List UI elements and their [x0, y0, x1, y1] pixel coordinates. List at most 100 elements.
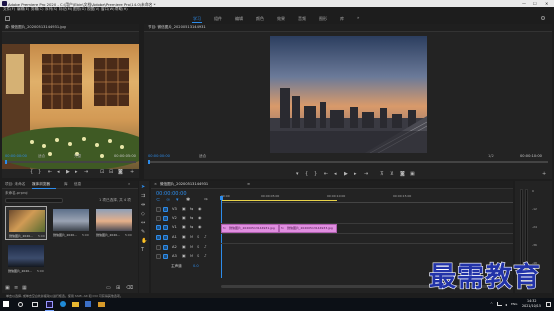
program-resolution-dropdown[interactable]: 1/2	[488, 154, 494, 159]
timeline-ruler[interactable]: 00:00 00:00:05:00 00:00:10:00 00:00:15:0…	[221, 193, 513, 203]
track-target-toggle[interactable]	[163, 245, 168, 250]
workspace-tab-graphics[interactable]: 图形	[319, 16, 327, 21]
mark-in-icon[interactable]: {	[30, 170, 33, 175]
project-tab-media-browser[interactable]: 媒体浏览器	[32, 183, 50, 187]
add-button-icon[interactable]: +	[130, 170, 134, 175]
lock-track-icon[interactable]: ▣	[182, 254, 186, 258]
work-area-bar[interactable]	[221, 200, 337, 201]
step-forward-icon[interactable]: ▸	[75, 170, 78, 175]
source-monitor-tab[interactable]: 源: 微信图片_20200513144931.jpg	[5, 26, 66, 30]
menu-marker[interactable]: 标记(M)	[59, 8, 72, 12]
lock-track-icon[interactable]: ▣	[182, 216, 186, 220]
program-monitor-tab[interactable]: 节目: 微信图片_20200513144931	[148, 26, 206, 30]
menu-graphics[interactable]: 图形(G)	[73, 8, 86, 12]
go-to-in-icon[interactable]: ⇤	[324, 172, 328, 177]
project-item[interactable]: 微信图片_2020... 5:00	[94, 206, 134, 240]
compare-icon[interactable]: ▣	[410, 172, 415, 177]
step-back-icon[interactable]: ◂	[57, 170, 60, 175]
eye-icon[interactable]: ◉	[198, 225, 202, 229]
sync-lock-icon[interactable]: ⇆	[190, 207, 193, 211]
mute-button[interactable]: M	[190, 245, 193, 250]
network-icon[interactable]	[497, 302, 502, 306]
solo-button[interactable]: S	[197, 235, 199, 240]
microphone-icon[interactable]: ♪	[204, 245, 207, 249]
camera-icon[interactable]: ◙	[118, 170, 123, 175]
new-item-icon[interactable]: ⊞	[116, 286, 120, 291]
ripple-edit-tool-icon[interactable]: ⇹	[141, 203, 145, 208]
project-tab-project[interactable]: 项目: 未命名	[5, 183, 25, 187]
project-search-input[interactable]	[5, 198, 63, 203]
source-fit-dropdown[interactable]: 适合	[38, 154, 45, 159]
track-target-toggle[interactable]	[163, 207, 168, 212]
extract-icon[interactable]: ⊻	[390, 172, 394, 177]
clock-date[interactable]: 2021/10/15	[522, 304, 541, 308]
source-patch-toggle[interactable]	[156, 225, 161, 230]
explorer-icon[interactable]	[72, 301, 79, 307]
minimize-button[interactable]: —	[522, 1, 526, 6]
source-patch-toggle[interactable]	[156, 254, 161, 259]
workspace-tab-audio[interactable]: 音频	[298, 16, 306, 21]
wrench-icon[interactable]: ✑	[204, 198, 208, 203]
solo-button[interactable]: S	[197, 254, 199, 259]
list-view-icon[interactable]: ≡	[14, 286, 18, 291]
track-target-toggle[interactable]	[163, 225, 168, 230]
snap-icon[interactable]: ⊂	[156, 198, 160, 203]
menu-help[interactable]: 帮助(H)	[115, 8, 128, 12]
mute-button[interactable]: M	[190, 254, 193, 259]
track-select-tool-icon[interactable]: ⇉	[141, 194, 145, 199]
overwrite-icon[interactable]: ⊟	[109, 170, 113, 175]
track-target-toggle[interactable]	[163, 254, 168, 259]
timeline-close-icon[interactable]: ×	[154, 183, 157, 187]
input-language[interactable]: ENG	[511, 302, 517, 306]
selection-tool-icon[interactable]: ➤	[141, 185, 145, 190]
mute-button[interactable]: M	[190, 235, 193, 240]
step-forward-icon[interactable]: ▸	[354, 172, 357, 177]
project-item[interactable]: 微信图片_2020... 5:00	[5, 242, 45, 276]
source-playhead[interactable]	[5, 160, 7, 164]
folder-icon[interactable]	[98, 301, 105, 307]
insert-icon[interactable]: ⊡	[100, 170, 104, 175]
notifications-icon[interactable]	[546, 301, 551, 307]
step-back-icon[interactable]: ◂	[334, 172, 337, 177]
program-scrub-bar[interactable]	[148, 161, 548, 163]
timeline-clip[interactable]: fx 微信图片_20200513144931.jpg	[221, 223, 279, 233]
menu-clip[interactable]: 剪辑(C)	[31, 8, 44, 12]
icon-view-icon[interactable]: ▦	[22, 286, 27, 291]
program-timecode-current[interactable]: 00:00:00:00	[148, 154, 170, 159]
source-scrub-bar[interactable]	[5, 161, 136, 163]
project-tab-libraries[interactable]: 库	[64, 183, 68, 187]
workspace-tab-color[interactable]: 颜色	[256, 16, 264, 21]
program-playhead[interactable]	[148, 160, 150, 164]
razor-tool-icon[interactable]: ◇	[141, 212, 145, 217]
menu-view[interactable]: 视图(V)	[87, 8, 99, 12]
project-tab-info[interactable]: 信息	[74, 183, 81, 187]
timeline-sequence-tab[interactable]: 微信图片_20200513144931	[160, 183, 208, 187]
source-patch-toggle[interactable]	[156, 235, 161, 240]
menu-window[interactable]: 窗口(W)	[101, 8, 115, 12]
play-icon[interactable]: ▶	[66, 170, 70, 175]
track-target-toggle[interactable]	[163, 235, 168, 240]
workspace-tab-effects[interactable]: 效果	[277, 16, 285, 21]
trash-icon[interactable]: ⌫	[126, 286, 133, 291]
tray-chevron[interactable]: ^	[490, 302, 493, 307]
source-patch-toggle[interactable]	[156, 216, 161, 221]
timeline-menu-icon[interactable]: ≡	[247, 183, 250, 187]
solo-button[interactable]: S	[197, 245, 199, 250]
workspace-tab-libraries[interactable]: 库	[340, 16, 344, 21]
eye-icon[interactable]: ◉	[198, 216, 202, 220]
lock-track-icon[interactable]: ▣	[182, 225, 186, 229]
search-icon[interactable]	[18, 301, 23, 307]
slip-tool-icon[interactable]: ↔	[141, 221, 145, 226]
task-view-icon[interactable]	[32, 301, 38, 307]
project-tab-more[interactable]: »	[128, 182, 130, 187]
source-patch-toggle[interactable]	[156, 207, 161, 212]
program-fit-dropdown[interactable]: 适合	[199, 154, 206, 159]
play-icon[interactable]: ▶	[344, 172, 348, 177]
type-tool-icon[interactable]: T	[141, 248, 144, 253]
camera-icon[interactable]: ◙	[400, 172, 405, 177]
clock-time[interactable]: 14:32	[527, 299, 537, 303]
workspace-more-button[interactable]: »	[357, 16, 359, 20]
hand-tool-icon[interactable]: ✋	[141, 239, 147, 244]
source-resolution-dropdown[interactable]: 完整	[74, 154, 81, 159]
source-patch-toggle[interactable]	[156, 245, 161, 250]
